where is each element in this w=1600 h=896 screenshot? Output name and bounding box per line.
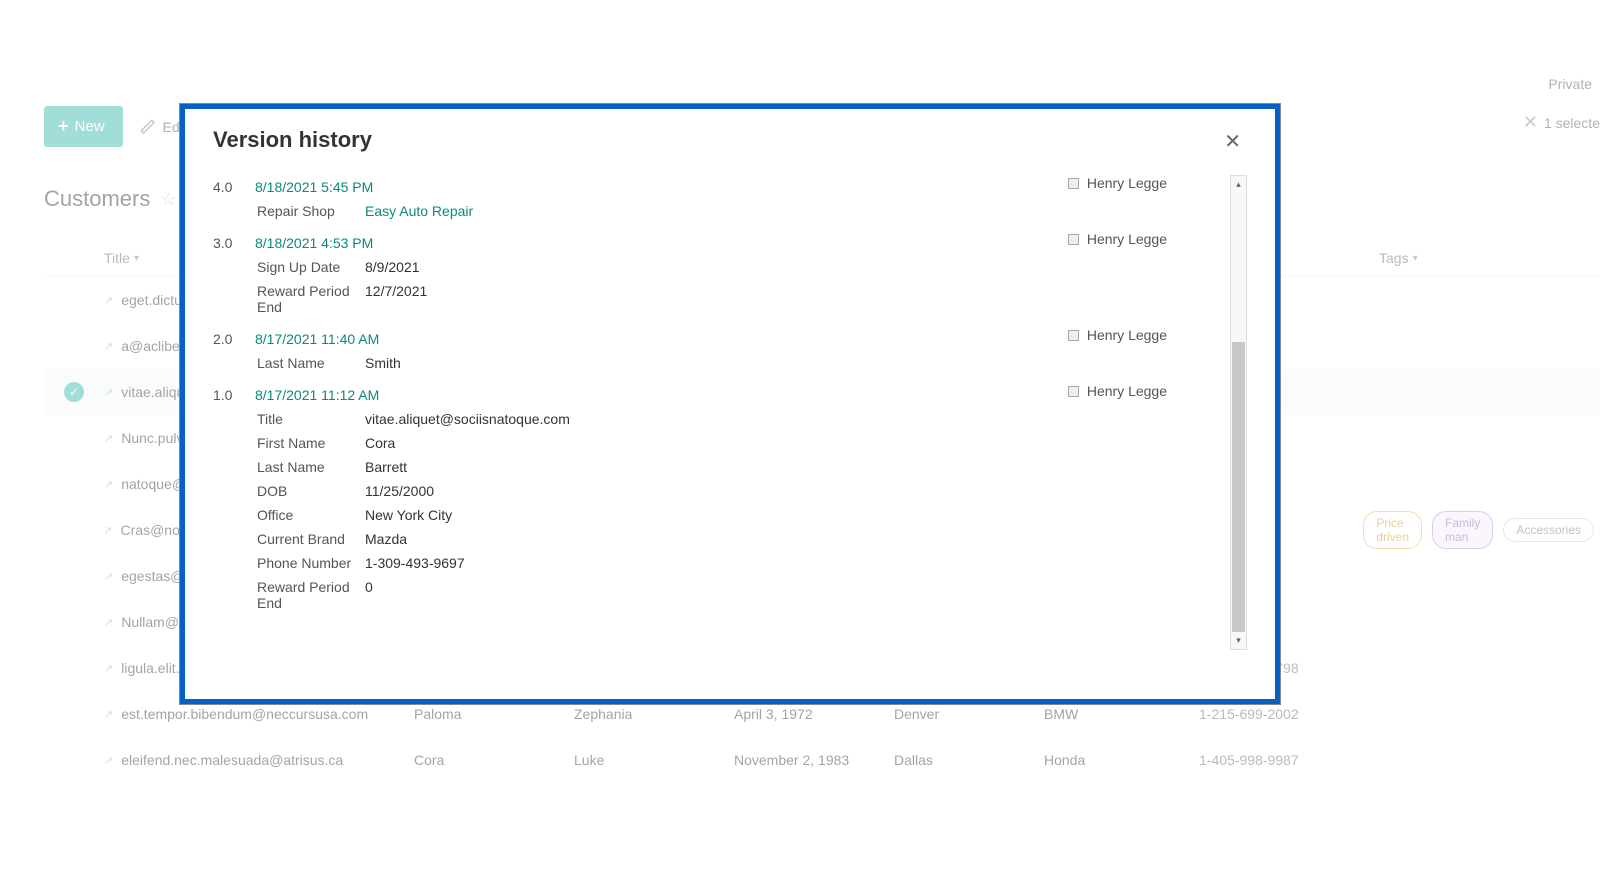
user-avatar-icon bbox=[1068, 234, 1079, 245]
detail-row: Reward Period End0 bbox=[257, 575, 1217, 615]
user-avatar-icon bbox=[1068, 330, 1079, 341]
version-author: Henry Legge bbox=[1068, 383, 1167, 399]
scrollbar-thumb[interactable] bbox=[1232, 342, 1245, 632]
detail-value[interactable]: Easy Auto Repair bbox=[365, 203, 473, 219]
detail-row: Last NameSmith bbox=[257, 351, 1217, 375]
close-icon: ✕ bbox=[1224, 131, 1241, 153]
dialog-title: Version history bbox=[213, 127, 1247, 153]
version-details: Sign Up Date8/9/2021Reward Period End12/… bbox=[257, 255, 1217, 319]
detail-value: Mazda bbox=[365, 531, 407, 547]
scroll-down-icon[interactable]: ▾ bbox=[1236, 632, 1241, 649]
detail-row: Repair ShopEasy Auto Repair bbox=[257, 199, 1217, 223]
detail-row: OfficeNew York City bbox=[257, 503, 1217, 527]
version-entry: 1.08/17/2021 11:12 AM Henry Legge bbox=[213, 383, 1217, 403]
version-date-link[interactable]: 8/18/2021 5:45 PM bbox=[255, 175, 373, 195]
version-author: Henry Legge bbox=[1068, 327, 1167, 343]
close-button[interactable]: ✕ bbox=[1224, 129, 1241, 154]
detail-value: Cora bbox=[365, 435, 395, 451]
detail-label: Current Brand bbox=[257, 531, 365, 547]
detail-value: 11/25/2000 bbox=[365, 483, 434, 499]
detail-row: Phone Number1-309-493-9697 bbox=[257, 551, 1217, 575]
scroll-up-icon[interactable]: ▴ bbox=[1236, 176, 1241, 193]
version-author: Henry Legge bbox=[1068, 231, 1167, 247]
detail-value: vitae.aliquet@sociisnatoque.com bbox=[365, 411, 570, 427]
version-history-dialog: ✕ Version history 4.08/18/2021 5:45 PM He… bbox=[180, 104, 1280, 704]
version-author: Henry Legge bbox=[1068, 175, 1167, 191]
detail-value: New York City bbox=[365, 507, 452, 523]
detail-value: 12/7/2021 bbox=[365, 283, 427, 315]
version-details: Repair ShopEasy Auto Repair bbox=[257, 199, 1217, 223]
detail-label: Last Name bbox=[257, 459, 365, 475]
detail-row: First NameCora bbox=[257, 431, 1217, 455]
detail-row: DOB11/25/2000 bbox=[257, 479, 1217, 503]
detail-label: Reward Period End bbox=[257, 283, 365, 315]
version-details: Last NameSmith bbox=[257, 351, 1217, 375]
detail-value: Smith bbox=[365, 355, 401, 371]
version-date-link[interactable]: 8/17/2021 11:40 AM bbox=[255, 327, 379, 347]
detail-label: DOB bbox=[257, 483, 365, 499]
version-details: Titlevitae.aliquet@sociisnatoque.comFirs… bbox=[257, 407, 1217, 615]
version-number: 2.0 bbox=[213, 327, 255, 347]
version-date-link[interactable]: 8/17/2021 11:12 AM bbox=[255, 383, 379, 403]
user-avatar-icon bbox=[1068, 386, 1079, 397]
detail-value: 1-309-493-9697 bbox=[365, 555, 465, 571]
version-number: 3.0 bbox=[213, 231, 255, 251]
user-avatar-icon bbox=[1068, 178, 1079, 189]
detail-row: Last NameBarrett bbox=[257, 455, 1217, 479]
detail-row: Reward Period End12/7/2021 bbox=[257, 279, 1217, 319]
detail-row: Titlevitae.aliquet@sociisnatoque.com bbox=[257, 407, 1217, 431]
version-entry: 3.08/18/2021 4:53 PM Henry Legge bbox=[213, 231, 1217, 251]
detail-label: Reward Period End bbox=[257, 579, 365, 611]
version-entry: 4.08/18/2021 5:45 PM Henry Legge bbox=[213, 175, 1217, 195]
detail-value: 8/9/2021 bbox=[365, 259, 420, 275]
detail-label: First Name bbox=[257, 435, 365, 451]
detail-row: Sign Up Date8/9/2021 bbox=[257, 255, 1217, 279]
detail-row: Current BrandMazda bbox=[257, 527, 1217, 551]
detail-label: Sign Up Date bbox=[257, 259, 365, 275]
detail-label: Title bbox=[257, 411, 365, 427]
detail-label: Repair Shop bbox=[257, 203, 365, 219]
detail-label: Last Name bbox=[257, 355, 365, 371]
detail-value: Barrett bbox=[365, 459, 407, 475]
version-date-link[interactable]: 8/18/2021 4:53 PM bbox=[255, 231, 373, 251]
version-entry: 2.08/17/2021 11:40 AM Henry Legge bbox=[213, 327, 1217, 347]
scrollbar[interactable]: ▴ ▾ bbox=[1230, 175, 1247, 650]
detail-value: 0 bbox=[365, 579, 373, 611]
detail-label: Phone Number bbox=[257, 555, 365, 571]
detail-label: Office bbox=[257, 507, 365, 523]
version-number: 4.0 bbox=[213, 175, 255, 195]
version-number: 1.0 bbox=[213, 383, 255, 403]
